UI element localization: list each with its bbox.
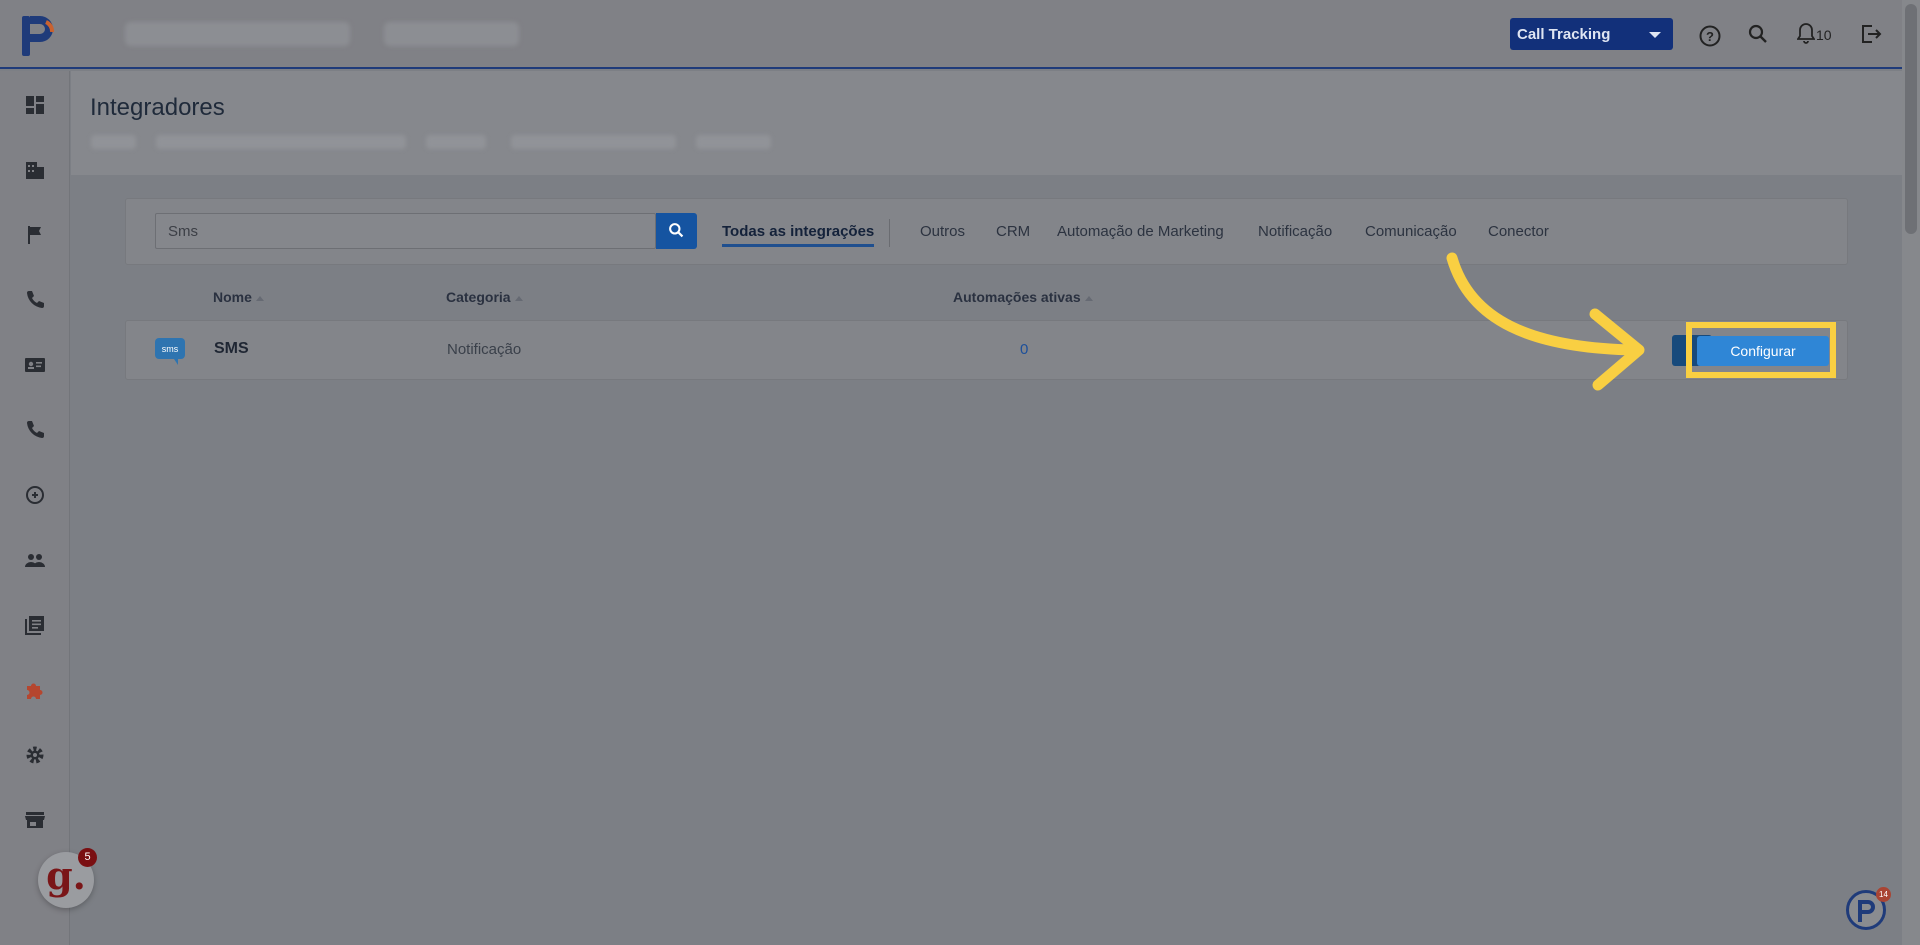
sms-icon: sms [155, 338, 185, 365]
puzzle-icon[interactable] [23, 678, 47, 702]
phone-icon[interactable] [23, 288, 47, 312]
tab-divider [889, 219, 890, 247]
sort-up-icon [1084, 295, 1093, 301]
help-widget-badge: 14 [1876, 887, 1891, 902]
sort-up-icon [514, 295, 523, 301]
tab-conector[interactable]: Conector [1488, 223, 1549, 240]
project-selector-blurred[interactable] [384, 22, 519, 46]
search-icon [669, 223, 684, 238]
page-title: Integradores [90, 94, 225, 121]
column-header-name[interactable]: Nome [213, 289, 264, 305]
notifications-count: 10 [1816, 27, 1832, 43]
column-header-active-automations[interactable]: Automações ativas [953, 289, 1093, 305]
tab-notificacao[interactable]: Notificação [1258, 223, 1332, 240]
column-header-active-automations-label: Automações ativas [953, 289, 1081, 305]
bell-icon [1797, 23, 1815, 44]
column-header-category-label: Categoria [446, 289, 511, 305]
sort-up-icon [255, 295, 264, 301]
breadcrumb-blurred[interactable] [156, 135, 406, 149]
speed-dial-icon[interactable] [23, 483, 47, 507]
flag-icon[interactable] [23, 223, 47, 247]
breadcrumb-blurred[interactable] [511, 135, 676, 149]
tutorial-highlight-box [1686, 322, 1836, 378]
breadcrumb-blurred[interactable] [91, 135, 136, 149]
tab-comunicacao[interactable]: Comunicação [1365, 223, 1457, 240]
chat-widget-badge: 5 [78, 848, 97, 867]
active-automations-count[interactable]: 0 [1020, 341, 1028, 358]
users-icon[interactable] [23, 548, 47, 572]
top-bar: Call Tracking ? 10 [0, 0, 1902, 69]
page-header: Integradores [71, 71, 1902, 175]
svg-text:?: ? [1706, 29, 1714, 44]
sms-icon-label: sms [162, 344, 179, 354]
chevron-down-icon [1649, 32, 1661, 38]
tab-all-integrations[interactable]: Todas as integrações [722, 223, 875, 247]
search-input[interactable]: Sms [155, 213, 656, 249]
tab-marketing-automation[interactable]: Automação de Marketing [1057, 223, 1224, 240]
contact-card-icon[interactable] [23, 353, 47, 377]
store-icon[interactable] [23, 808, 47, 832]
sidebar [0, 71, 70, 945]
gear-icon[interactable] [23, 743, 47, 767]
tab-crm[interactable]: CRM [996, 223, 1030, 240]
tab-outros[interactable]: Outros [920, 223, 965, 240]
library-icon[interactable] [23, 613, 47, 637]
brand-logo-icon[interactable] [20, 12, 60, 58]
tutorial-arrow-icon [1446, 252, 1645, 391]
breadcrumb-blurred[interactable] [426, 135, 486, 149]
logout-icon[interactable] [1859, 20, 1883, 48]
brand-logo-icon [1858, 900, 1875, 922]
account-selector-blurred[interactable] [125, 22, 350, 46]
product-select-label: Call Tracking [1517, 26, 1611, 43]
building-icon[interactable] [23, 158, 47, 182]
integration-name: SMS [214, 340, 249, 357]
call-icon[interactable] [23, 418, 47, 442]
integration-category: Notificação [447, 341, 522, 358]
column-header-category[interactable]: Categoria [446, 289, 523, 305]
help-icon[interactable]: ? [1698, 20, 1722, 48]
notifications-button[interactable]: 10 [1797, 20, 1837, 48]
search-input-value: Sms [168, 223, 198, 240]
breadcrumb-blurred[interactable] [696, 135, 771, 149]
column-header-name-label: Nome [213, 289, 252, 305]
dashboard-icon[interactable] [23, 93, 47, 117]
product-select[interactable]: Call Tracking [1510, 18, 1673, 50]
search-button[interactable] [656, 213, 697, 249]
scrollbar-thumb[interactable] [1905, 4, 1917, 234]
search-icon[interactable] [1747, 20, 1769, 48]
